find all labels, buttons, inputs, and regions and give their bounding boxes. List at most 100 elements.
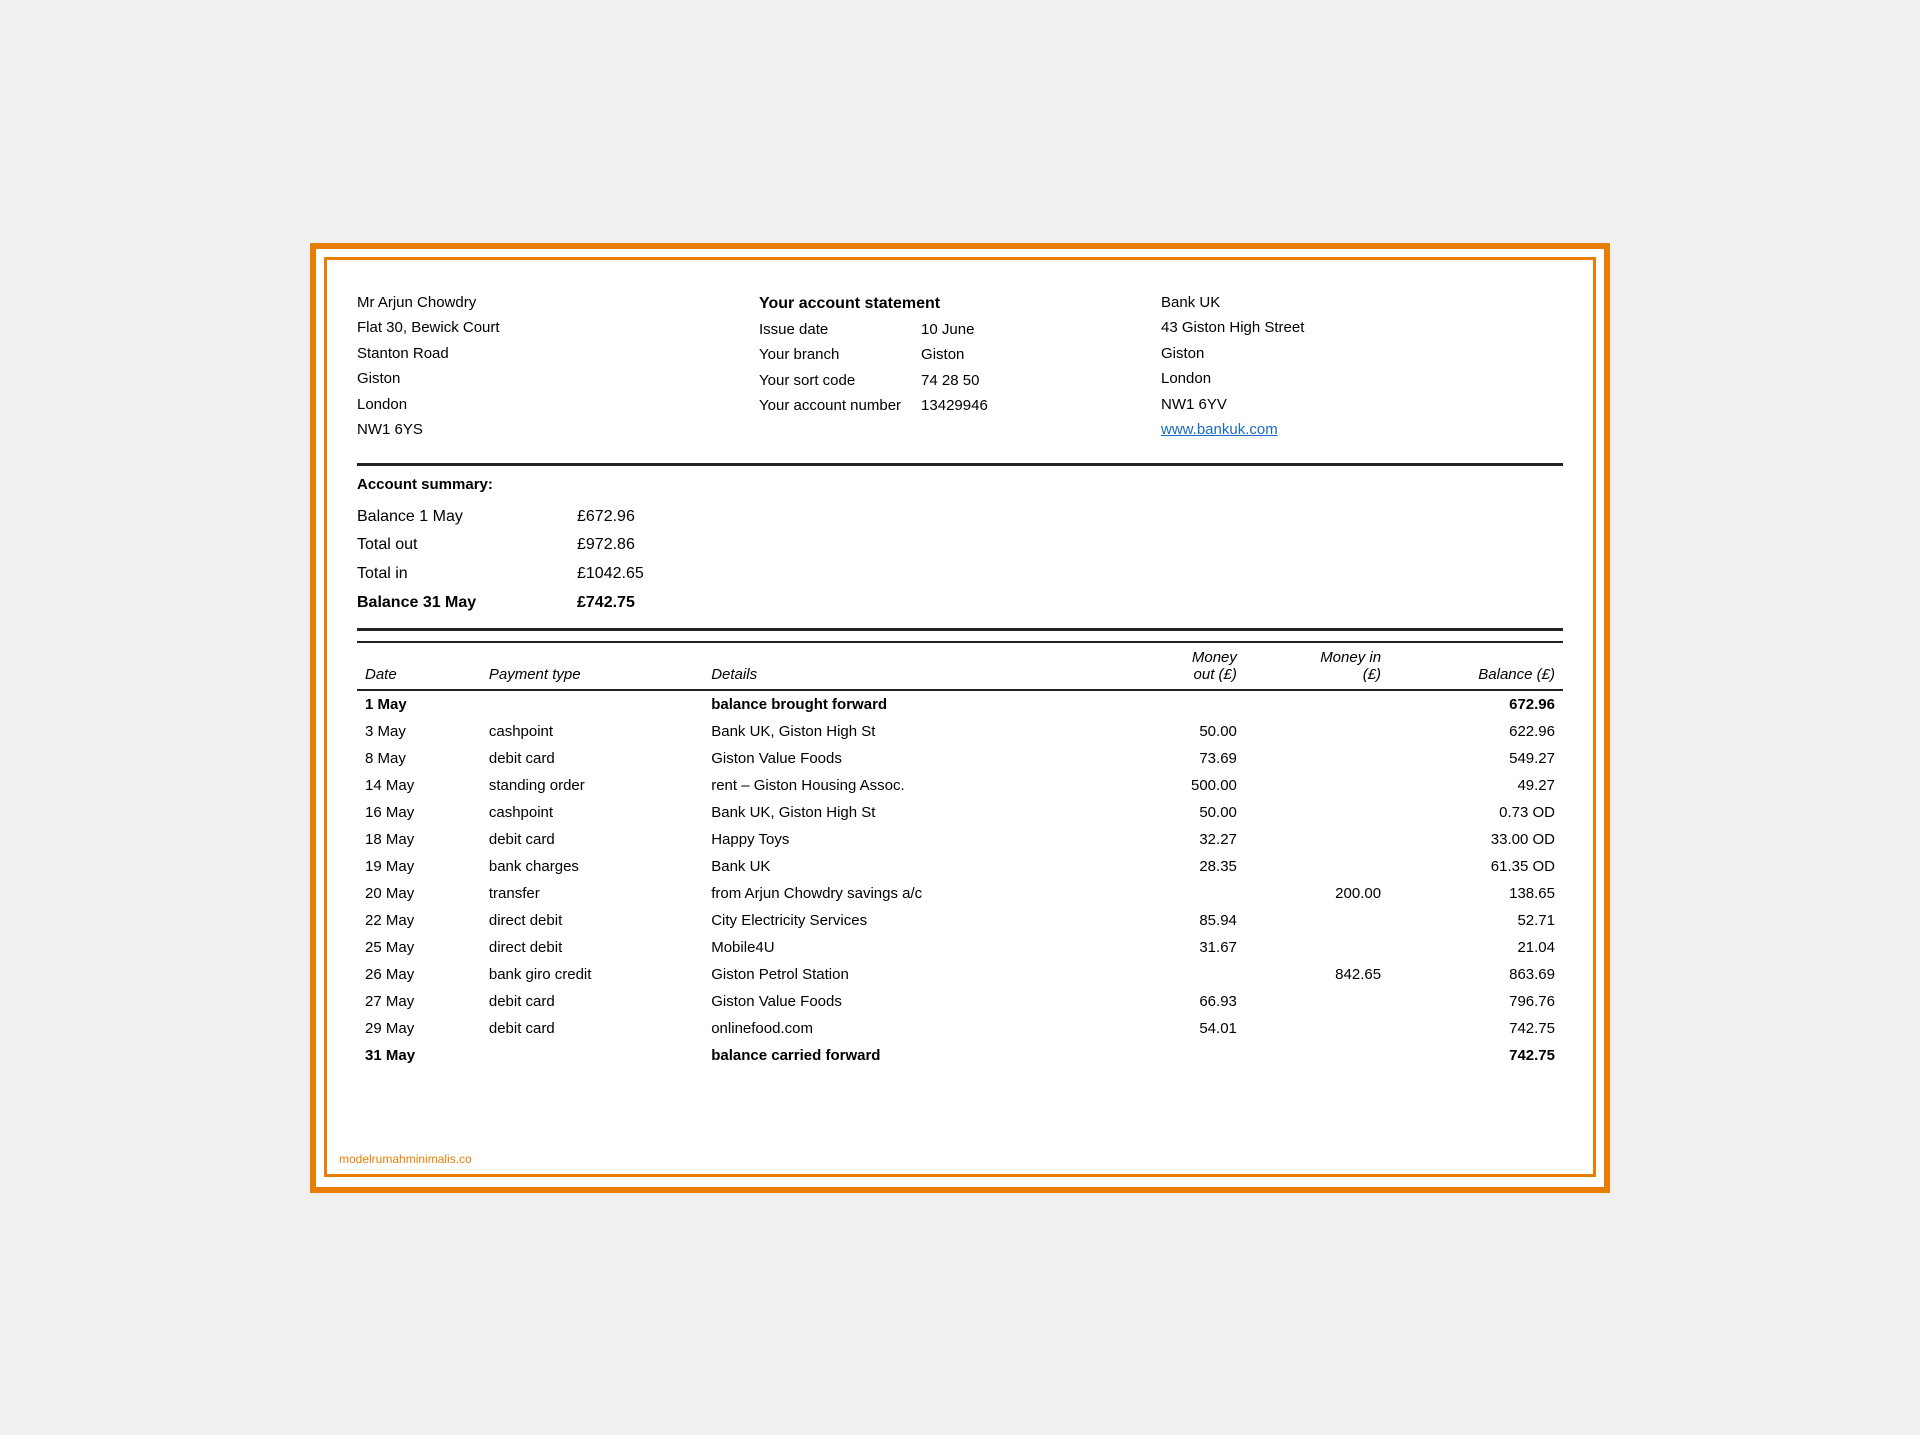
cell-money-in bbox=[1245, 1015, 1389, 1042]
bank-address-line4: NW1 6YV bbox=[1161, 392, 1563, 418]
summary-row: Total out£972.86 bbox=[357, 531, 1563, 560]
summary-row: Total in£1042.65 bbox=[357, 560, 1563, 589]
cell-details: Mobile4U bbox=[703, 934, 1129, 961]
cell-date: 31 May bbox=[357, 1042, 481, 1069]
cell-money-out: 73.69 bbox=[1129, 745, 1245, 772]
cell-money-out: 31.67 bbox=[1129, 934, 1245, 961]
col-date: Date bbox=[357, 642, 481, 690]
summary-value: £742.75 bbox=[577, 589, 635, 618]
cell-money-in bbox=[1245, 1042, 1389, 1069]
summary-divider bbox=[357, 628, 1563, 631]
cell-payment-type: direct debit bbox=[481, 907, 703, 934]
cell-balance: 49.27 bbox=[1389, 772, 1563, 799]
table-row: 18 May debit card Happy Toys 32.27 33.00… bbox=[357, 826, 1563, 853]
customer-name: Mr Arjun Chowdry bbox=[357, 290, 759, 316]
customer-address-line4: London bbox=[357, 392, 759, 418]
customer-address-line2: Stanton Road bbox=[357, 341, 759, 367]
cell-payment-type: transfer bbox=[481, 880, 703, 907]
cell-balance: 549.27 bbox=[1389, 745, 1563, 772]
cell-details: Giston Value Foods bbox=[703, 988, 1129, 1015]
customer-address-line1: Flat 30, Bewick Court bbox=[357, 315, 759, 341]
cell-balance: 52.71 bbox=[1389, 907, 1563, 934]
table-row: 27 May debit card Giston Value Foods 66.… bbox=[357, 988, 1563, 1015]
cell-details: Giston Value Foods bbox=[703, 745, 1129, 772]
bank-address-line3: London bbox=[1161, 366, 1563, 392]
page-inner-border: Mr Arjun Chowdry Flat 30, Bewick Court S… bbox=[324, 257, 1596, 1177]
cell-balance: 138.65 bbox=[1389, 880, 1563, 907]
cell-balance: 33.00 OD bbox=[1389, 826, 1563, 853]
col-money-in: Money in(£) bbox=[1245, 642, 1389, 690]
summary-label: Balance 1 May bbox=[357, 503, 537, 532]
cell-money-out: 32.27 bbox=[1129, 826, 1245, 853]
issue-value: 10 June bbox=[921, 317, 1008, 343]
cell-money-in: 200.00 bbox=[1245, 880, 1389, 907]
table-row: 8 May debit card Giston Value Foods 73.6… bbox=[357, 745, 1563, 772]
table-header-row: Date Payment type Details Moneyout (£) M… bbox=[357, 642, 1563, 690]
cell-payment-type: standing order bbox=[481, 772, 703, 799]
table-row: 20 May transfer from Arjun Chowdry savin… bbox=[357, 880, 1563, 907]
cell-money-out: 500.00 bbox=[1129, 772, 1245, 799]
cell-balance: 742.75 bbox=[1389, 1042, 1563, 1069]
bank-address-line2: Giston bbox=[1161, 341, 1563, 367]
cell-money-in bbox=[1245, 690, 1389, 718]
cell-payment-type bbox=[481, 1042, 703, 1069]
header-section: Mr Arjun Chowdry Flat 30, Bewick Court S… bbox=[357, 290, 1563, 443]
cell-date: 16 May bbox=[357, 799, 481, 826]
cell-date: 18 May bbox=[357, 826, 481, 853]
cell-payment-type: direct debit bbox=[481, 934, 703, 961]
cell-details: onlinefood.com bbox=[703, 1015, 1129, 1042]
summary-value: £1042.65 bbox=[577, 560, 644, 589]
cell-money-out bbox=[1129, 1042, 1245, 1069]
header-divider bbox=[357, 463, 1563, 466]
table-row: 29 May debit card onlinefood.com 54.01 7… bbox=[357, 1015, 1563, 1042]
account-label: Your account number bbox=[759, 393, 921, 419]
cell-balance: 672.96 bbox=[1389, 690, 1563, 718]
cell-money-in bbox=[1245, 799, 1389, 826]
cell-details: City Electricity Services bbox=[703, 907, 1129, 934]
cell-balance: 21.04 bbox=[1389, 934, 1563, 961]
cell-details: rent – Giston Housing Assoc. bbox=[703, 772, 1129, 799]
cell-money-out: 28.35 bbox=[1129, 853, 1245, 880]
cell-date: 20 May bbox=[357, 880, 481, 907]
bank-website[interactable]: www.bankuk.com bbox=[1161, 417, 1563, 443]
cell-money-out: 85.94 bbox=[1129, 907, 1245, 934]
col-details: Details bbox=[703, 642, 1129, 690]
cell-payment-type: debit card bbox=[481, 1015, 703, 1042]
cell-money-in bbox=[1245, 826, 1389, 853]
cell-money-in bbox=[1245, 934, 1389, 961]
cell-balance: 0.73 OD bbox=[1389, 799, 1563, 826]
table-row: 22 May direct debit City Electricity Ser… bbox=[357, 907, 1563, 934]
bank-name: Bank UK bbox=[1161, 290, 1563, 316]
cell-money-out bbox=[1129, 880, 1245, 907]
cell-money-out: 50.00 bbox=[1129, 799, 1245, 826]
cell-details: Happy Toys bbox=[703, 826, 1129, 853]
cell-money-out: 50.00 bbox=[1129, 718, 1245, 745]
cell-date: 29 May bbox=[357, 1015, 481, 1042]
cell-payment-type: bank charges bbox=[481, 853, 703, 880]
cell-money-in bbox=[1245, 907, 1389, 934]
sort-code-value: 74 28 50 bbox=[921, 368, 1008, 394]
cell-date: 1 May bbox=[357, 690, 481, 718]
cell-date: 8 May bbox=[357, 745, 481, 772]
cell-balance: 61.35 OD bbox=[1389, 853, 1563, 880]
cell-payment-type: debit card bbox=[481, 988, 703, 1015]
cell-date: 25 May bbox=[357, 934, 481, 961]
col-payment-type: Payment type bbox=[481, 642, 703, 690]
cell-money-in bbox=[1245, 853, 1389, 880]
issue-label: Issue date bbox=[759, 317, 921, 343]
cell-money-out: 54.01 bbox=[1129, 1015, 1245, 1042]
cell-payment-type: cashpoint bbox=[481, 799, 703, 826]
table-row: 1 May balance brought forward 672.96 bbox=[357, 690, 1563, 718]
table-row: 14 May standing order rent – Giston Hous… bbox=[357, 772, 1563, 799]
cell-balance: 863.69 bbox=[1389, 961, 1563, 988]
cell-money-out: 66.93 bbox=[1129, 988, 1245, 1015]
cell-money-in bbox=[1245, 718, 1389, 745]
cell-details: Bank UK bbox=[703, 853, 1129, 880]
page-outer-border: Mr Arjun Chowdry Flat 30, Bewick Court S… bbox=[310, 243, 1610, 1193]
statement-info-table: Issue date 10 June Your branch Giston Yo… bbox=[759, 317, 1008, 419]
cell-date: 3 May bbox=[357, 718, 481, 745]
bank-address: Bank UK 43 Giston High Street Giston Lon… bbox=[1161, 290, 1563, 443]
cell-details: from Arjun Chowdry savings a/c bbox=[703, 880, 1129, 907]
summary-rows: Balance 1 May£672.96Total out£972.86Tota… bbox=[357, 503, 1563, 618]
transactions-body: 1 May balance brought forward 672.96 3 M… bbox=[357, 690, 1563, 1069]
